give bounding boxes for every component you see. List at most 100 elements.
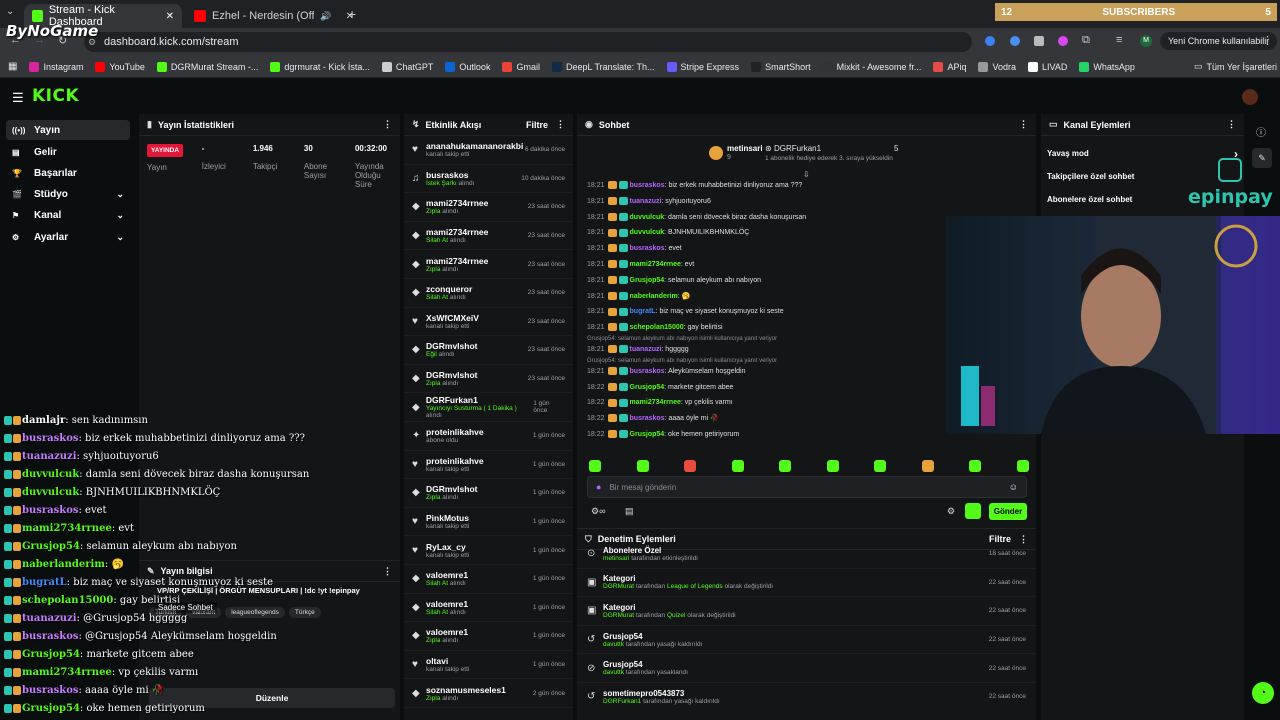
activity-user[interactable]: soznamusmeseles1	[426, 685, 506, 695]
activity-user[interactable]: XsWfCMXeiV	[426, 313, 479, 323]
activity-user[interactable]: proteinlikahve	[426, 456, 484, 466]
tab-close-icon[interactable]: ✕	[166, 11, 174, 22]
activity-item[interactable]: ♥ oltavi kanalı takip etti 1 gün önce	[404, 651, 573, 680]
stats-menu-icon[interactable]: ⋮	[383, 119, 392, 130]
emote-icon[interactable]	[589, 460, 601, 472]
extension-icon[interactable]	[985, 36, 995, 46]
chevron-down-icon[interactable]: ⌄	[116, 210, 124, 221]
moderation-item[interactable]: ▣ Kategori DGRMurat tarafından League of L…	[577, 569, 1036, 598]
gifter-name[interactable]: DGRFurkan1	[774, 144, 821, 153]
emote-icon[interactable]	[921, 460, 934, 472]
moderation-item[interactable]: ⊘ Grusjop54 davuttk tarafından yasaklandı 2…	[577, 654, 1036, 683]
emote-icon[interactable]	[636, 460, 649, 472]
moderation-item[interactable]: ↺ Grusjop54 davuttk tarafından yasağı kald…	[577, 626, 1036, 655]
new-tab-icon[interactable]: +	[348, 6, 356, 22]
moderation-actor[interactable]: davuttk	[603, 641, 624, 648]
chat-username[interactable]: busraskos	[630, 245, 665, 252]
activity-user[interactable]: zconqueror	[426, 284, 472, 294]
activity-menu-icon[interactable]: ⋮	[556, 119, 565, 130]
activity-user[interactable]: RyLax_cy	[426, 542, 469, 552]
pinned-user[interactable]: metinsari	[727, 144, 763, 153]
emote-icon[interactable]	[1016, 460, 1029, 472]
send-button[interactable]: Gönder	[989, 503, 1027, 520]
bookmark-item[interactable]: Stripe Express	[666, 61, 739, 72]
gift-icon[interactable]: ▤	[625, 506, 634, 517]
activity-user[interactable]: valoemre1	[426, 599, 468, 609]
activity-item[interactable]: ♥ RyLax_cy kanalı takip etti 1 gün önce	[404, 536, 573, 565]
sidebar-item-stüdyo[interactable]: 🎬 Stüdyo ⌄	[6, 184, 130, 204]
help-chat-icon[interactable]: ◔	[1252, 682, 1274, 704]
activity-user[interactable]: mami2734rrnee	[426, 198, 488, 208]
all-bookmarks[interactable]: ▭ Tüm Yer İşaretleri	[1194, 61, 1277, 72]
menu-kebab-icon[interactable]: ⋮	[1262, 34, 1273, 47]
activity-item[interactable]: ♫ busraskos İstek Şarkı alındı 10 dakika ön…	[404, 165, 573, 194]
activity-user[interactable]: valoemre1	[426, 570, 468, 580]
activity-user[interactable]: PinkMotus	[426, 513, 469, 523]
tab-search-icon[interactable]: ⌄	[6, 6, 20, 20]
moderation-actor[interactable]: DGRMurat	[603, 583, 634, 590]
bookmark-item[interactable]: Vodra	[978, 61, 1016, 72]
chat-username[interactable]: tuanazuzi	[630, 346, 662, 353]
channel-action-item[interactable]: Yavaş mod ›	[1047, 142, 1238, 165]
chat-username[interactable]: schepolan15000	[630, 324, 684, 331]
chat-username[interactable]: tuanazuzi	[630, 198, 662, 205]
chat-settings-icon[interactable]: ⚙∞	[591, 506, 605, 517]
bookmark-item[interactable]: SmartShort	[751, 61, 811, 72]
activity-item[interactable]: ♥ proteinlikahve kanalı takip etti 1 gün ön…	[404, 451, 573, 480]
chevron-down-icon[interactable]: ⌄	[116, 232, 124, 243]
activity-item[interactable]: ◆ zconqueror Silah At alındı 23 saat önce	[404, 279, 573, 308]
activity-user[interactable]: valoemre1	[426, 627, 468, 637]
reading-list-icon[interactable]: ≡	[1116, 34, 1122, 46]
activity-user[interactable]: mami2734rrnee	[426, 227, 488, 237]
url-bar[interactable]: ⚙ dashboard.kick.com/stream	[84, 32, 972, 52]
activity-item[interactable]: ◆ DGRFurkan1 Yayıncıyı Susturma ( 1 Dakika…	[404, 393, 573, 422]
chat-username[interactable]: duvvulcuk	[630, 214, 665, 221]
chat-username[interactable]: bugratL	[630, 308, 656, 315]
chat-message[interactable]: 18:21 tuanazuzi: syhjuoıtuyoru6	[587, 194, 1027, 210]
info-icon[interactable]: ⓘ	[1256, 124, 1266, 139]
emote-icon[interactable]	[684, 460, 697, 472]
speaker-icon[interactable]: 🔊	[320, 11, 331, 22]
emoji-icon[interactable]: ☺	[1009, 482, 1018, 492]
sidebar-item-başarılar[interactable]: 🏆 Başarılar	[6, 163, 130, 183]
moderation-item[interactable]: ↺ sometimepro0543873 DGRFurkan1 tarafından…	[577, 683, 1036, 710]
bookmark-item[interactable]: WhatsApp	[1079, 61, 1135, 72]
apps-grid-icon[interactable]: ▦	[8, 61, 17, 72]
chat-menu-icon[interactable]: ⋮	[1019, 119, 1028, 130]
activity-item[interactable]: ◆ mami2734rrnee Zıpla alındı 23 saat önce	[404, 250, 573, 279]
emote-icon[interactable]	[779, 460, 792, 472]
chrome-update-button[interactable]: Yeni Chrome kullanılabilir	[1160, 32, 1278, 50]
extensions-puzzle-icon[interactable]: ⧉	[1082, 34, 1090, 47]
tab-youtube[interactable]: Ezhel - Nerdesin (Official Au 🔊 ✕	[186, 4, 362, 28]
moderation-actor[interactable]: DGRFurkan1	[603, 698, 641, 705]
activity-item[interactable]: ♥ ananahukamananorakbi kanalı takip etti 6 …	[404, 136, 573, 165]
moderation-item[interactable]: ▣ Kategori DGRMurat tarafından Quizel olar…	[577, 597, 1036, 626]
moderation-actor[interactable]: davuttk	[603, 669, 624, 676]
chat-gear-icon[interactable]: ⚙	[947, 506, 955, 517]
activity-filter-button[interactable]: Filtre	[526, 120, 548, 130]
bookmark-item[interactable]: DeepL Translate: Th...	[551, 61, 655, 72]
extension-icon[interactable]	[1058, 36, 1068, 46]
chat-username[interactable]: Grusjop54	[630, 384, 665, 391]
activity-user[interactable]: DGRmvlshot	[426, 341, 477, 351]
profile-avatar[interactable]: M	[1140, 35, 1152, 47]
chat-username[interactable]: Grusjop54	[630, 431, 665, 438]
sidebar-item-yayın[interactable]: ((•)) Yayın	[6, 120, 130, 140]
extension-icon[interactable]	[1010, 36, 1020, 46]
emote-icon[interactable]	[969, 460, 982, 472]
moderation-item[interactable]: ⊙ Abonelere Özel metinsari tarafından etki…	[577, 540, 1036, 569]
activity-item[interactable]: ◆ soznamusmeseles1 Zıpla alındı 2 gün önce	[404, 679, 573, 708]
activity-user[interactable]: mami2734rrnee	[426, 256, 488, 266]
user-avatar[interactable]	[1242, 89, 1258, 105]
edit-icon[interactable]: ✎	[1252, 148, 1272, 168]
kick-logo[interactable]: KICK	[32, 86, 79, 106]
moderation-actor[interactable]: metinsari	[603, 555, 629, 562]
hamburger-icon[interactable]: ☰	[12, 90, 24, 106]
chat-username[interactable]: busraskos	[630, 182, 665, 189]
chat-username[interactable]: duvvulcuk	[630, 229, 665, 236]
bookmark-item[interactable]: YouTube	[95, 61, 145, 72]
activity-item[interactable]: ◆ mami2734rrnee Zıpla alındı 23 saat önce	[404, 193, 573, 222]
bookmark-item[interactable]: Outlook	[445, 61, 490, 72]
chat-username[interactable]: Grusjop54	[630, 277, 665, 284]
chat-username[interactable]: busraskos	[630, 368, 665, 375]
